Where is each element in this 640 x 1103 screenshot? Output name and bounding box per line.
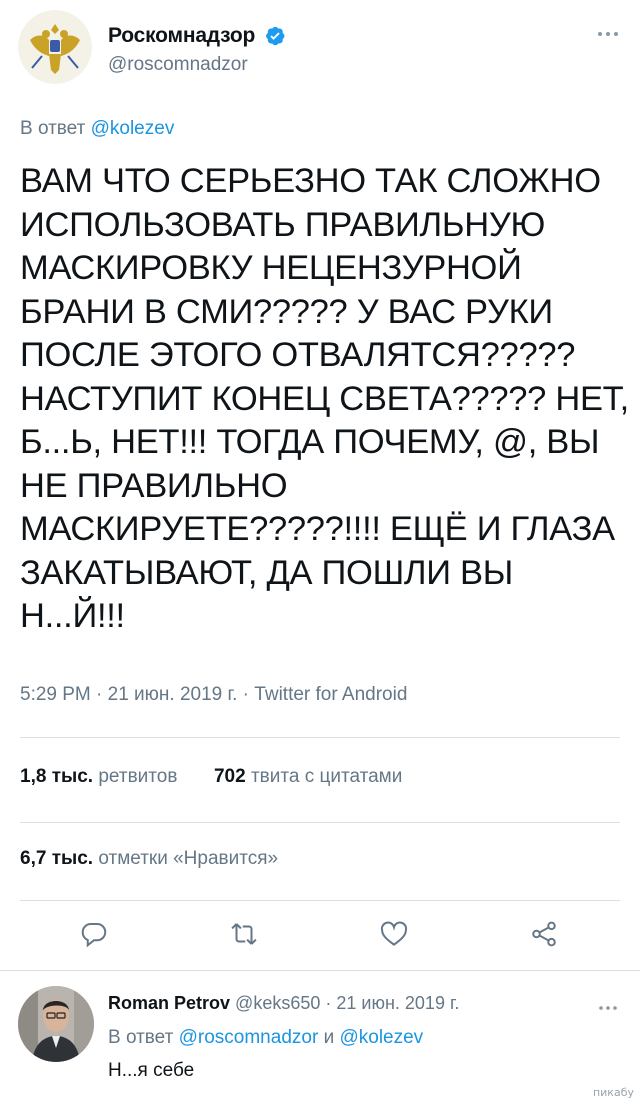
reply-context: В ответ @kolezev <box>20 118 174 140</box>
author-info: Роскомнадзор @roscomnadzor <box>108 24 286 76</box>
author-handle[interactable]: @roscomnadzor <box>108 54 286 76</box>
mention-link[interactable]: @roscomnadzor <box>179 1027 319 1048</box>
retweet-stats: 1,8 тыс. ретвитов 702 твита с цитатами <box>20 766 402 788</box>
avatar[interactable] <box>18 10 92 84</box>
mention-link[interactable]: @kolezev <box>339 1027 423 1048</box>
retweets-count[interactable]: 1,8 тыс. <box>20 766 93 787</box>
more-options-icon[interactable] <box>596 1002 620 1014</box>
reply-handle[interactable]: @keks650 <box>235 993 320 1013</box>
reply-tweet[interactable]: Roman Petrov @keks650 · 21 июн. 2019 г. … <box>0 978 640 1103</box>
tweet-text-line: МАСКИРОВКУ НЕЦЕНЗУРНОЙ <box>20 249 522 287</box>
tweet-timestamp[interactable]: 5:29 PM · 21 июн. 2019 г. · Twitter for … <box>20 684 407 706</box>
user-photo-icon <box>18 986 94 1062</box>
divider <box>20 822 620 823</box>
quotes-label[interactable]: твита с цитатами <box>251 766 402 787</box>
like-button[interactable] <box>372 912 416 956</box>
tweet-text-line: БРАНИ В СМИ????? У ВАС РУКИ <box>20 292 553 331</box>
reply-icon <box>81 923 107 948</box>
reply-display-name[interactable]: Roman Petrov <box>108 993 230 1013</box>
tweet-text-line: НАСТУПИТ КОНЕЦ СВЕТА????? НЕТ, <box>20 379 629 418</box>
retweet-icon <box>231 923 257 945</box>
action-bar <box>0 912 640 960</box>
avatar[interactable] <box>18 986 94 1062</box>
reply-to-prefix: В ответ <box>108 1027 174 1048</box>
reply-to-conjunction: и <box>323 1027 335 1048</box>
retweets-label[interactable]: ретвитов <box>98 766 177 787</box>
likes-count[interactable]: 6,7 тыс. <box>20 848 93 869</box>
tweet-text-line: ПОСЛЕ ЭТОГО ОТВАЛЯТСЯ????? <box>20 336 576 374</box>
reply-text: Н...я себе <box>108 1060 195 1081</box>
tweet-text-line: МАСКИРУЕТЕ?????!!!! ЕЩЁ И ГЛАЗА <box>20 510 615 548</box>
like-stats: 6,7 тыс. отметки «Нравится» <box>20 848 278 870</box>
tweet-text-line: ВАМ ЧТО СЕРЬЕЗНО ТАК СЛОЖНО <box>20 162 601 200</box>
watermark: пикабу <box>592 1086 634 1099</box>
tweet-text-line: НЕ ПРАВИЛЬНО <box>20 466 288 505</box>
divider <box>20 737 620 738</box>
divider <box>0 970 640 971</box>
tweet-text-line: ЗАКАТЫВАЮТ, ДА ПОШЛИ ВЫ <box>20 553 513 592</box>
tweet-text: ВАМ ЧТО СЕРЬЕЗНО ТАК СЛОЖНО ИСПОЛЬЗОВАТЬ… <box>20 160 629 639</box>
reply-date[interactable]: · 21 июн. 2019 г. <box>325 993 459 1013</box>
reply-header: Roman Petrov @keks650 · 21 июн. 2019 г. <box>108 993 459 1014</box>
tweet-text-line: ИСПОЛЬЗОВАТЬ ПРАВИЛЬНУЮ <box>20 205 546 244</box>
tweet-text-line: Н...Й!!! <box>20 597 125 635</box>
tweet-header: Роскомнадзор @roscomnadzor <box>18 10 622 90</box>
quotes-count[interactable]: 702 <box>214 766 246 787</box>
emblem-icon <box>18 10 92 84</box>
retweet-button[interactable] <box>222 912 266 956</box>
share-icon <box>532 921 556 947</box>
mention-link[interactable]: @kolezev <box>91 118 175 139</box>
likes-label[interactable]: отметки «Нравится» <box>98 848 278 869</box>
reply-button[interactable] <box>72 912 116 956</box>
more-options-icon[interactable] <box>594 26 622 42</box>
tweet-text-line: Б...Ь, НЕТ!!! ТОГДА ПОЧЕМУ, @, ВЫ <box>20 423 600 461</box>
reply-context: В ответ @roscomnadzor и @kolezev <box>108 1027 423 1049</box>
like-icon <box>380 921 408 946</box>
share-button[interactable] <box>522 912 566 956</box>
verified-badge-icon <box>265 26 285 46</box>
reply-to-prefix: В ответ <box>20 118 86 139</box>
author-display-name[interactable]: Роскомнадзор <box>108 24 255 48</box>
divider <box>20 900 620 901</box>
